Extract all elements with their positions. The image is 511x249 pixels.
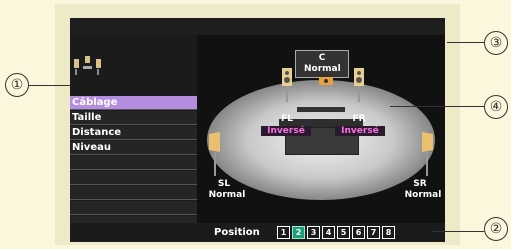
speaker-fl-name: FL: [281, 114, 293, 124]
speaker-setup-icon: [74, 56, 101, 75]
setup-menu: Câblage Taille Distance Niveau: [70, 96, 197, 231]
speaker-sr-name: SR: [413, 179, 427, 189]
menu-empty-row: [70, 186, 197, 200]
callout-4: ④: [484, 95, 508, 119]
callout-2: ②: [484, 217, 508, 241]
menu-empty-row: [70, 171, 197, 185]
tv-stand: [297, 107, 345, 112]
speaker-c-status: Normal: [304, 64, 341, 74]
menu-empty-row: [70, 201, 197, 215]
speaker-fr-status[interactable]: Inversé: [335, 126, 385, 136]
speaker-fl-status[interactable]: Inversé: [261, 126, 311, 136]
callout-4-line: [390, 106, 484, 107]
menu-item-taille[interactable]: Taille: [70, 111, 197, 125]
menu-empty-row: [70, 156, 197, 170]
speaker-sr-icon: [422, 132, 433, 176]
position-button-3[interactable]: 3: [307, 226, 320, 239]
speaker-sl-status[interactable]: Normal: [205, 190, 249, 200]
sidebar: Câblage Taille Distance Niveau: [70, 35, 197, 230]
callout-3: ③: [484, 31, 508, 55]
speaker-c-name: C: [318, 53, 326, 63]
position-button-5[interactable]: 5: [337, 226, 350, 239]
speaker-sl-icon: [209, 132, 220, 176]
menu-item-distance[interactable]: Distance: [70, 126, 197, 140]
speaker-fr-name: FR: [352, 114, 366, 124]
position-button-8[interactable]: 8: [382, 226, 395, 239]
position-label: Position: [214, 227, 260, 238]
position-button-2[interactable]: 2: [292, 226, 305, 239]
position-button-7[interactable]: 7: [367, 226, 380, 239]
callout-3-line: [447, 42, 484, 43]
menu-item-niveau[interactable]: Niveau: [70, 141, 197, 155]
menu-item-cablage[interactable]: Câblage: [70, 96, 197, 110]
callout-1: ①: [5, 73, 29, 97]
position-button-6[interactable]: 6: [352, 226, 365, 239]
speaker-sl-name: SL: [217, 179, 231, 189]
speaker-layout-view: C Normal FL Inversé FR Inversé SL Normal…: [197, 35, 445, 223]
callout-1-line: [28, 85, 71, 86]
av-receiver-screen: Câblage Taille Distance Niveau C Normal: [70, 18, 445, 242]
position-button-1[interactable]: 1: [277, 226, 290, 239]
position-button-4[interactable]: 4: [322, 226, 335, 239]
callout-2-line: [432, 231, 484, 232]
center-speaker-icon: [319, 77, 333, 85]
position-buttons: 1 2 3 4 5 6 7 8: [277, 226, 397, 239]
position-bar: Position 1 2 3 4 5 6 7 8: [70, 223, 445, 242]
speaker-sr-status[interactable]: Normal: [401, 190, 445, 200]
speaker-c[interactable]: C Normal: [295, 50, 349, 78]
speaker-fl-icon: [282, 68, 292, 102]
speaker-fr-icon: [354, 68, 364, 102]
title-bar: [70, 18, 445, 35]
